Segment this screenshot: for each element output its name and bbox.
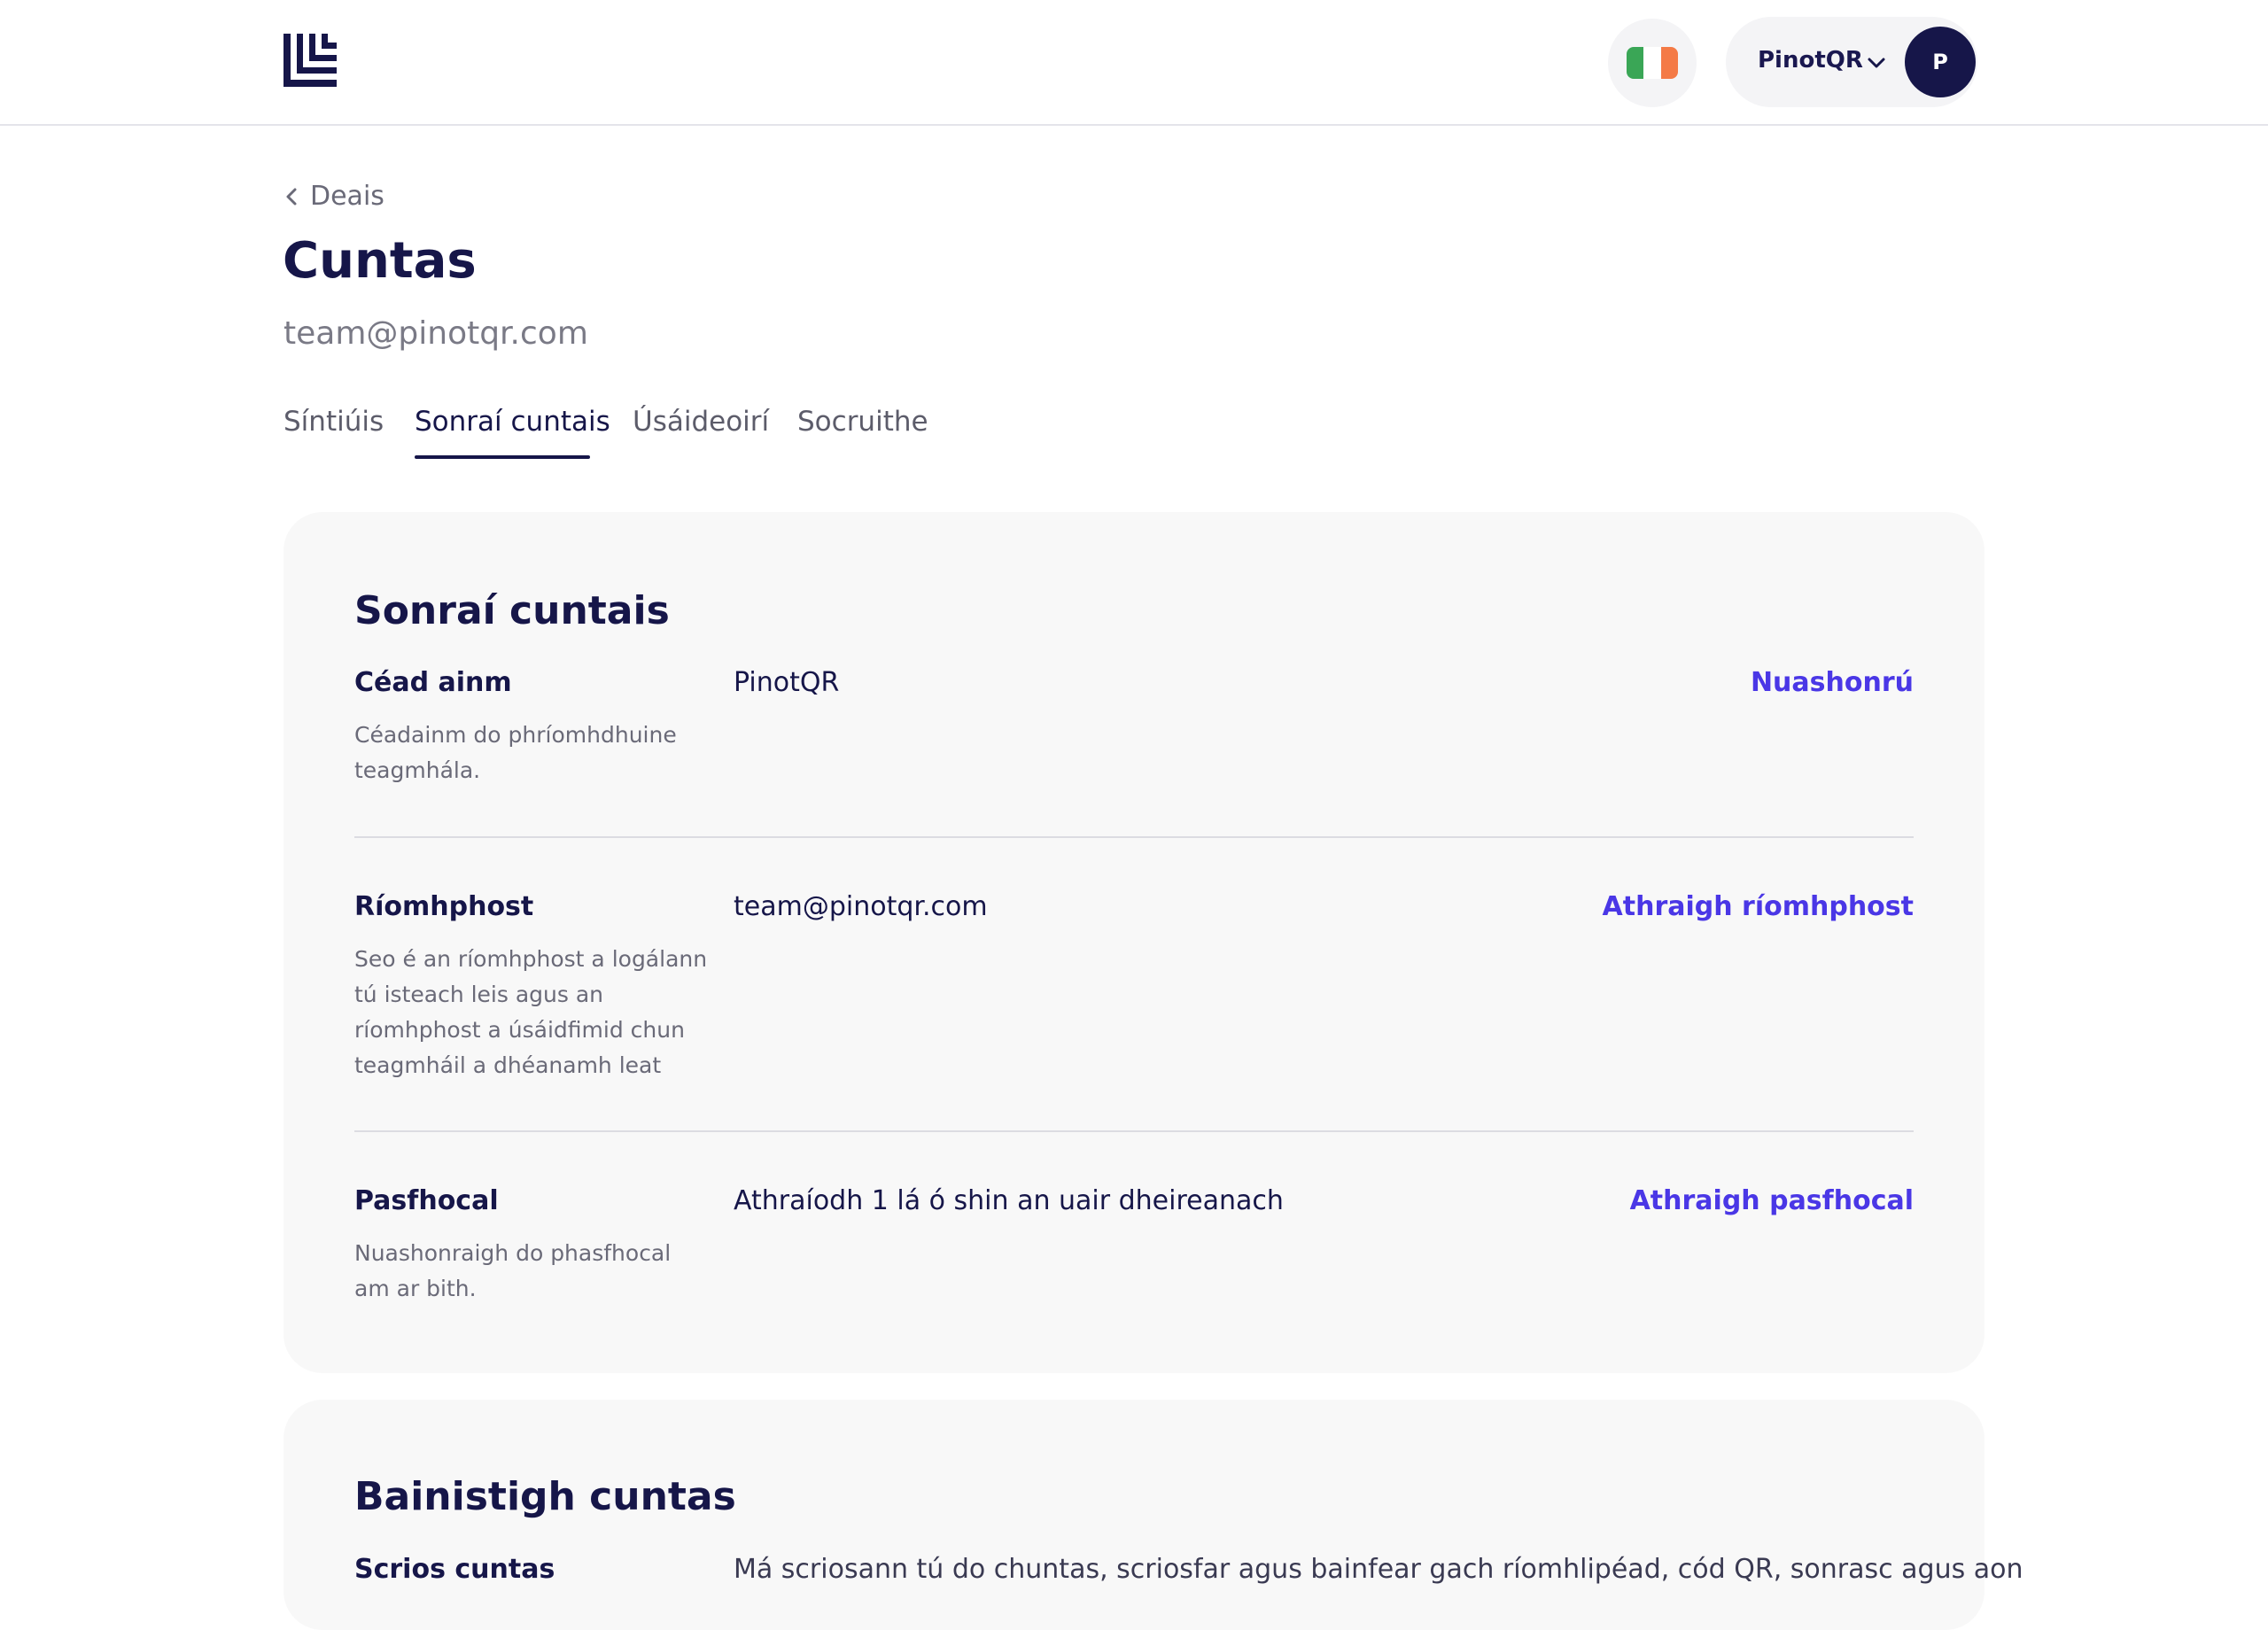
first-name-label: Céad ainm	[354, 667, 512, 698]
ireland-flag-icon	[1627, 47, 1678, 79]
account-menu-button[interactable]: PinotQR P	[1726, 17, 1977, 107]
top-bar: PinotQR P	[0, 0, 2268, 126]
manage-account-card: Bainistigh cuntas Scrios cuntas Má scrio…	[284, 1400, 2023, 1630]
delete-account-warning: Má scriosann tú do chuntas, scriosfar ag…	[734, 1554, 2023, 1585]
back-link[interactable]: Deais	[284, 181, 384, 212]
row-divider	[354, 1130, 1914, 1132]
email-value: team@pinotqr.com	[734, 891, 988, 922]
first-name-value: PinotQR	[734, 667, 840, 698]
tab-account-details[interactable]: Sonraí cuntais	[415, 406, 610, 438]
password-label: Pasfhocal	[354, 1185, 499, 1216]
manage-account-title: Bainistigh cuntas	[354, 1474, 736, 1519]
tab-subscriptions[interactable]: Síntiúis	[284, 406, 384, 438]
row-divider	[354, 836, 1914, 838]
first-name-description: Céadainm do phríomhdhuine teagmhála.	[354, 722, 677, 783]
account-details-card: Sonraí cuntais Céad ainm Céadainm do phr…	[284, 512, 1984, 1373]
change-email-link[interactable]: Athraigh ríomhphost	[1603, 891, 1914, 922]
password-last-changed: Athraíodh 1 lá ó shin an uair dheireanac…	[734, 1185, 1284, 1216]
tab-users[interactable]: Úsáideoirí	[633, 406, 769, 438]
update-first-name-link[interactable]: Nuashonrú	[1751, 667, 1914, 698]
account-details-title: Sonraí cuntais	[354, 588, 670, 633]
change-password-link[interactable]: Athraigh pasfhocal	[1630, 1185, 1914, 1216]
delete-account-label: Scrios cuntas	[354, 1554, 555, 1585]
brand-logo-icon[interactable]	[284, 34, 337, 87]
account-name: PinotQR	[1758, 47, 1863, 74]
back-link-label: Deais	[310, 181, 384, 212]
language-selector-button[interactable]	[1608, 19, 1697, 107]
account-email-subtitle: team@pinotqr.com	[284, 315, 588, 352]
chevron-down-icon	[1868, 58, 1885, 68]
email-description: Seo é an ríomhphost a logálann tú isteac…	[354, 946, 708, 1078]
email-label: Ríomhphost	[354, 891, 534, 922]
tab-settings[interactable]: Socruithe	[797, 406, 928, 438]
page-title: Cuntas	[283, 232, 477, 290]
active-tab-indicator	[415, 455, 590, 459]
avatar[interactable]: P	[1905, 27, 1976, 97]
chevron-left-icon	[286, 188, 297, 205]
password-description: Nuashonraigh do phasfhocal am ar bith.	[354, 1240, 672, 1301]
